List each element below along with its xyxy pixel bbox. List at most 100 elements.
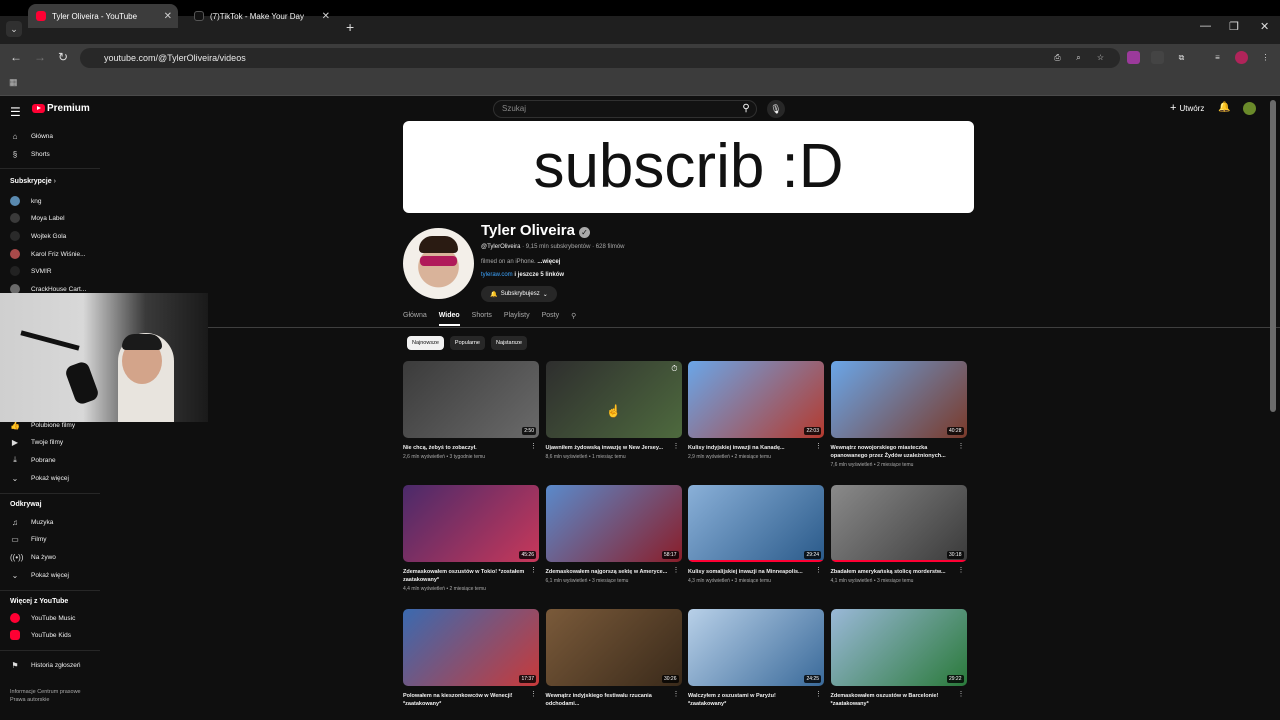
sidebar-item-music[interactable]: ♫ Muzyka — [0, 514, 100, 530]
footer-links-line[interactable]: Prawa autorskie — [10, 696, 81, 704]
maximize-icon[interactable]: ❐ — [1229, 20, 1239, 33]
new-tab-icon[interactable]: + — [346, 19, 354, 35]
sidebar-item-home[interactable]: ⌂ Główna — [0, 128, 100, 144]
close-tab-icon[interactable]: ✕ — [322, 11, 330, 22]
video-card[interactable]: 29:24 Kulisy somalijskiej inwazji na Minn… — [688, 485, 824, 584]
chip-newest[interactable]: Najnowsze — [407, 336, 444, 350]
video-title[interactable]: Kulisy somalijskiej inwazji na Minneapol… — [688, 568, 824, 576]
video-card[interactable]: 30:18 Zbadałem amerykańską stolicę morder… — [830, 485, 967, 584]
video-title[interactable]: Zbadałem amerykańską stolicę morderstw..… — [831, 568, 967, 576]
video-thumbnail[interactable]: 2:50 — [403, 361, 539, 438]
channel-links[interactable]: tyleraw.com i jeszcze 5 linków — [481, 272, 564, 278]
more-actions-icon[interactable]: ⋮ — [673, 442, 680, 450]
video-thumbnail[interactable]: 45:26 — [403, 485, 539, 562]
create-button[interactable]: + Utwórz — [1170, 102, 1204, 114]
sidebar-item-downloads[interactable]: ⤓ Pobrane — [0, 452, 100, 468]
video-thumbnail[interactable]: 30:26 — [545, 609, 682, 686]
sidebar-item-films[interactable]: ▭ Filmy — [0, 531, 100, 547]
tab-videos[interactable]: Wideo — [438, 312, 460, 326]
tab-shorts[interactable]: Shorts — [472, 312, 492, 326]
tab-list-button[interactable]: ⌄ — [6, 21, 22, 37]
video-thumbnail[interactable]: ⏱ — [545, 361, 682, 438]
more-actions-icon[interactable]: ⋮ — [815, 566, 822, 574]
video-card[interactable]: 40:28 Wewnątrz nowojorskiego miasteczka o… — [830, 361, 967, 468]
video-title[interactable]: Polowałem na kieszonkowców w Wenecji! *z… — [403, 692, 539, 708]
video-thumbnail[interactable]: 24:25 — [688, 609, 824, 686]
more-actions-icon[interactable]: ⋮ — [673, 566, 680, 574]
page-scrollbar[interactable] — [1270, 100, 1276, 412]
video-thumbnail[interactable]: 40:28 — [830, 361, 967, 438]
browser-menu-icon[interactable]: ⋮ — [1259, 51, 1272, 64]
extensions-puzzle-icon[interactable]: ⧉ — [1175, 51, 1188, 64]
search-input[interactable]: Szukaj — [493, 100, 757, 118]
subscribed-button[interactable]: 🔔 Subskrybujesz ⌄ — [481, 286, 557, 302]
more-actions-icon[interactable]: ⋮ — [815, 442, 822, 450]
description-more-link[interactable]: ...więcej — [537, 259, 560, 265]
subscriptions-header[interactable]: Subskrypcje › — [10, 178, 56, 185]
apps-grid-icon[interactable]: ▦ — [9, 77, 18, 88]
profile-avatar-icon[interactable] — [1235, 51, 1248, 64]
tab-playlists[interactable]: Playlisty — [504, 312, 530, 326]
more-actions-icon[interactable]: ⋮ — [815, 690, 822, 698]
url-field[interactable]: youtube.com/@TylerOliveira/videos — [80, 48, 1120, 68]
video-card[interactable]: 24:25 Walczyłem z oszustami w Paryżu! *za… — [688, 609, 824, 708]
search-icon[interactable]: ⚲ — [735, 100, 757, 118]
video-card[interactable]: 22:03 Kulisy indyjskiej inwazji na Kanadę… — [688, 361, 824, 460]
sidebar-sub-item[interactable]: kng — [0, 193, 100, 209]
bookmark-star-icon[interactable]: ☆ — [1094, 51, 1107, 64]
microphone-icon[interactable]: 🎙 — [767, 100, 785, 118]
sidebar-sub-item[interactable]: Karol Friz Wiśnie... — [0, 246, 100, 262]
window-close-icon[interactable]: ✕ — [1260, 20, 1269, 33]
video-card[interactable]: 17:37 Polowałem na kieszonkowców w Wenecj… — [403, 609, 539, 708]
footer-links-line[interactable]: Informacje Centrum prasowe — [10, 688, 81, 696]
hamburger-menu-icon[interactable]: ☰ — [10, 105, 21, 119]
reload-icon[interactable]: ↻ — [58, 50, 68, 64]
watch-later-icon[interactable]: ⏱ — [671, 364, 677, 374]
video-thumbnail[interactable]: 29:22 — [830, 609, 967, 686]
sidebar-item-youtube-music[interactable]: YouTube Music — [0, 610, 100, 626]
extension-icon[interactable] — [1151, 51, 1164, 64]
sidebar-item-report-history[interactable]: ⚑ Historia zgłoszeń — [0, 657, 100, 673]
sidebar-sub-item[interactable]: Moya Label — [0, 210, 100, 226]
sidebar-item-your-videos[interactable]: ▶ Twoje filmy — [0, 434, 100, 450]
sidebar-item-youtube-kids[interactable]: YouTube Kids — [0, 627, 100, 643]
extension-icon[interactable] — [1127, 51, 1140, 64]
sidebar-item-show-more[interactable]: ⌄ Pokaż więcej — [0, 470, 100, 486]
video-title[interactable]: Ujawniłem żydowską inwazję w New Jersey.… — [546, 444, 682, 452]
video-title[interactable]: Zdemaskowałem oszustów w Tokio! *zostałe… — [403, 568, 539, 584]
minimize-icon[interactable]: — — [1200, 20, 1211, 32]
video-card[interactable]: 29:22 Zdemaskowałem oszustów w Barcelonie… — [830, 609, 967, 708]
tab-home[interactable]: Główna — [403, 312, 427, 326]
browser-tab-youtube[interactable]: Tyler Oliveira - YouTube ✕ — [28, 4, 178, 28]
youtube-logo[interactable]: Premium — [32, 103, 90, 114]
back-icon[interactable]: ← — [10, 50, 22, 64]
sidebar-item-live[interactable]: ((•)) Na żywo — [0, 549, 100, 565]
more-actions-icon[interactable]: ⋮ — [673, 690, 680, 698]
chip-popular[interactable]: Popularne — [449, 336, 485, 350]
more-actions-icon[interactable]: ⋮ — [530, 690, 537, 698]
sidebar-sub-item[interactable]: SVM!R — [0, 263, 100, 279]
video-thumbnail[interactable]: 22:03 — [688, 361, 824, 438]
sidebar-sub-item[interactable]: Wojtek Gola — [0, 228, 100, 244]
channel-search-icon[interactable]: ⚲ — [571, 312, 576, 326]
video-title[interactable]: Zdemaskowałem najgorszą sektę w Ameryce.… — [546, 568, 682, 576]
browser-tab-tiktok[interactable]: (7)TikTok - Make Your Day ✕ — [186, 4, 336, 28]
channel-description[interactable]: filmed on an iPhone. ...więcej — [481, 259, 560, 265]
more-links[interactable]: i jeszcze 5 linków — [513, 272, 564, 278]
zoom-icon[interactable]: ⌕ — [1072, 51, 1085, 64]
video-card[interactable]: 45:26 Zdemaskowałem oszustów w Tokio! *zo… — [403, 485, 539, 592]
media-control-icon[interactable]: ≡ — [1211, 51, 1224, 64]
sidebar-item-shorts[interactable]: § Shorts — [0, 146, 100, 162]
video-thumbnail[interactable]: 29:24 — [688, 485, 824, 562]
more-actions-icon[interactable]: ⋮ — [530, 566, 537, 574]
video-title[interactable]: Nie chcą, żebyś to zobaczył. — [403, 444, 539, 452]
video-thumbnail[interactable]: 17:37 — [403, 609, 539, 686]
more-actions-icon[interactable]: ⋮ — [530, 442, 537, 450]
channel-link[interactable]: tyleraw.com — [481, 272, 513, 278]
video-title[interactable]: Walczyłem z oszustami w Paryżu! *zaatako… — [688, 692, 824, 708]
video-title[interactable]: Kulisy indyjskiej inwazji na Kanadę... — [688, 444, 824, 452]
install-app-icon[interactable]: ⎙ — [1051, 51, 1064, 64]
video-card[interactable]: 30:26 Wewnątrz indyjskiego festiwalu rzuc… — [545, 609, 682, 708]
video-title[interactable]: Zdemaskowałem oszustów w Barcelonie! *za… — [831, 692, 967, 708]
chip-oldest[interactable]: Najstarsze — [490, 336, 527, 350]
